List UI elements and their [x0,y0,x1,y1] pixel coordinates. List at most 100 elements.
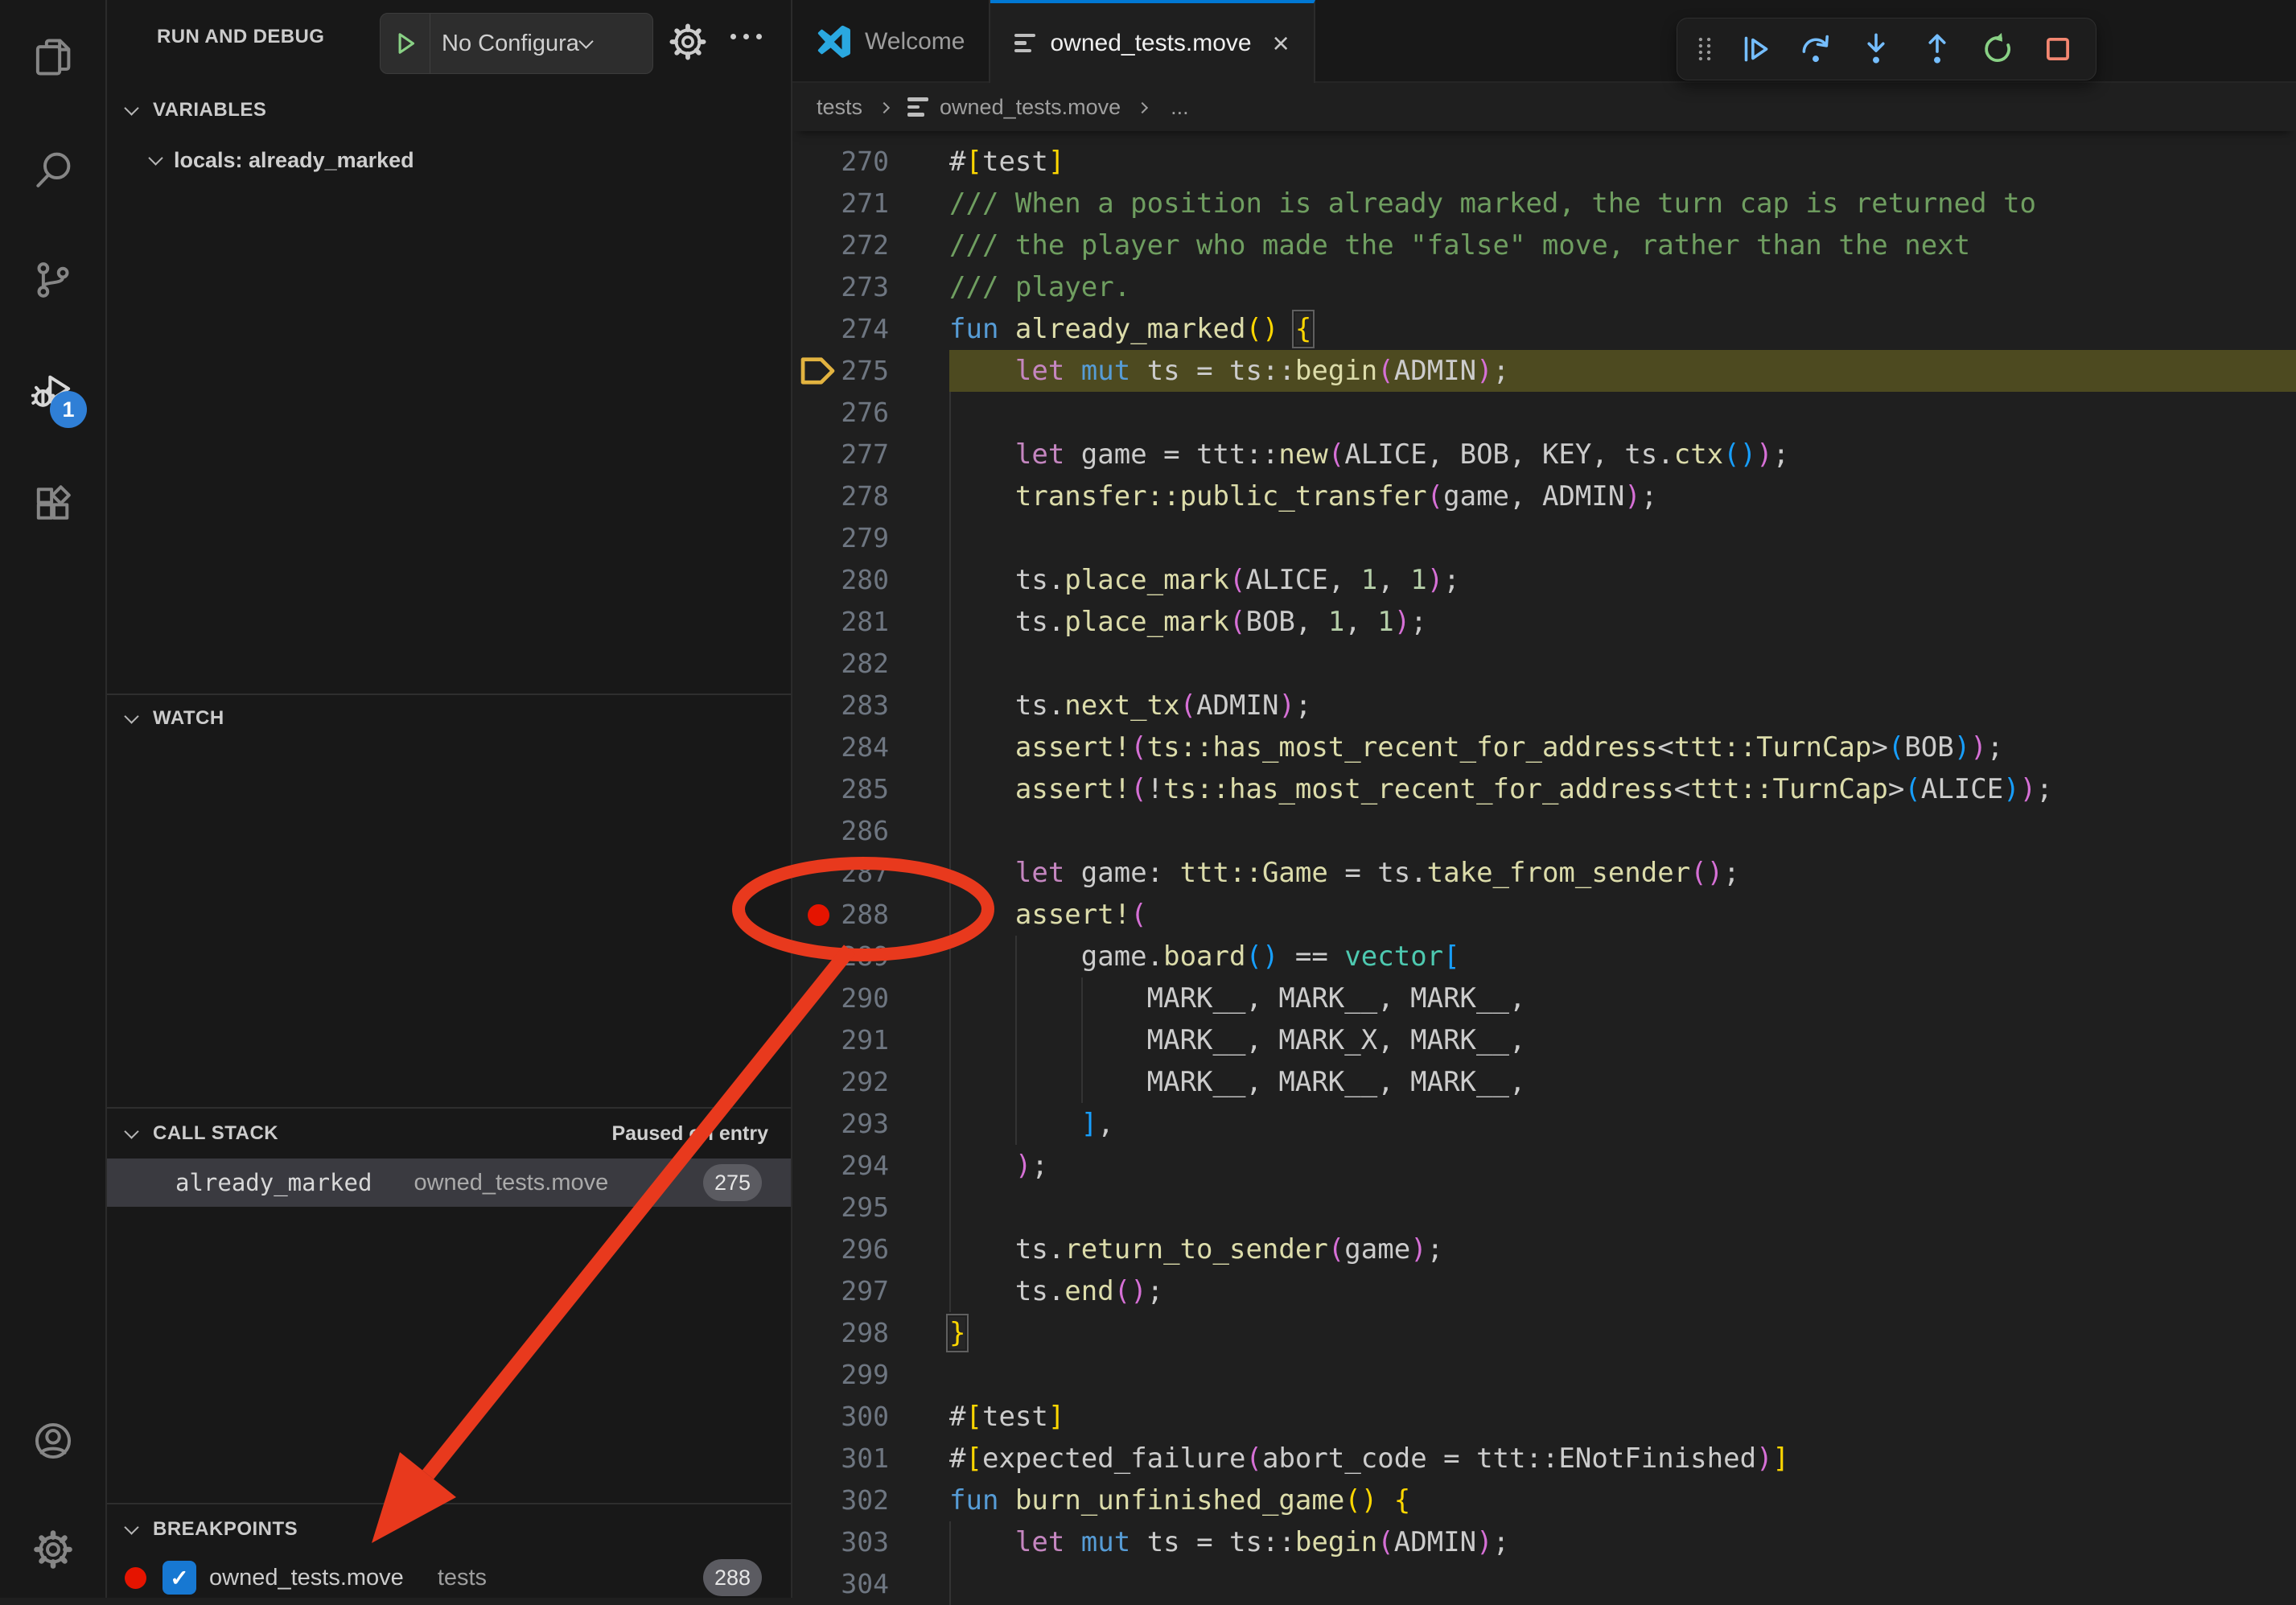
section-header-breakpoints[interactable]: BREAKPOINTS [107,1509,791,1549]
code-line[interactable]: 286 [792,810,2296,852]
code-line[interactable]: 283 ts.next_tx(ADMIN); [792,685,2296,726]
section-header-variables[interactable]: VARIABLES [107,90,791,130]
code-line-content[interactable]: let game = ttt::new(ALICE, BOB, KEY, ts.… [949,434,1789,475]
restart-icon[interactable] [1971,25,2023,73]
code-line[interactable]: 296 ts.return_to_sender(game); [792,1228,2296,1270]
code-line[interactable]: 271/// When a position is already marked… [792,183,2296,224]
code-line[interactable]: 299 [792,1354,2296,1396]
code-line[interactable]: 294 ); [792,1145,2296,1187]
code-line[interactable]: 281 ts.place_mark(BOB, 1, 1); [792,601,2296,643]
code-line[interactable]: 295 [792,1187,2296,1228]
code-line[interactable]: 290 MARK__, MARK__, MARK__, [792,977,2296,1019]
code-line[interactable]: 274fun already_marked() { [792,308,2296,350]
more-actions-icon[interactable] [730,34,762,39]
code-line[interactable]: 272/// the player who made the "false" m… [792,224,2296,266]
code-line-content[interactable]: /// player. [949,266,1130,308]
code-line-content[interactable]: let mut ts = ts::begin(ADMIN); [949,1521,1509,1563]
code-line-content[interactable]: /// the player who made the "false" move… [949,224,1970,266]
explorer-icon[interactable] [31,35,76,80]
code-line-content[interactable]: game.board() == vector[ [949,936,1460,977]
gripper-icon[interactable] [1689,25,1721,73]
breakpoint-checkbox[interactable]: ✓ [163,1561,196,1595]
code-line-content[interactable]: let game: ttt::Game = ts.take_from_sende… [949,852,1740,894]
code-token: , [1344,606,1377,638]
code-line[interactable]: 284 assert!(ts::has_most_recent_for_addr… [792,726,2296,768]
code-line[interactable]: 302fun burn_unfinished_game() { [792,1479,2296,1521]
code-token [949,857,1015,889]
start-debug-icon[interactable] [381,14,430,73]
code-line[interactable]: 270#[test] [792,141,2296,183]
code-line[interactable]: 277 let game = ttt::new(ALICE, BOB, KEY,… [792,434,2296,475]
code-line-content[interactable]: MARK__, MARK__, MARK__, [949,1061,1525,1103]
code-line[interactable]: 285 assert!(!ts::has_most_recent_for_add… [792,768,2296,810]
code-line[interactable]: 280 ts.place_mark(ALICE, 1, 1); [792,559,2296,601]
code-line-content[interactable]: ts.return_to_sender(game); [949,1228,1443,1270]
code-line[interactable]: 273/// player. [792,266,2296,308]
code-line[interactable]: 298} [792,1312,2296,1354]
code-line-content[interactable]: transfer::public_transfer(game, ADMIN); [949,475,1657,517]
code-line-content[interactable]: assert!(!ts::has_most_recent_for_address… [949,768,2053,810]
code-line-content[interactable]: MARK__, MARK_X, MARK__, [949,1019,1525,1061]
breadcrumb[interactable]: tests owned_tests.move ... [792,83,2296,131]
code-line-content[interactable]: fun already_marked() { [949,308,1311,350]
code-line-content[interactable]: MARK__, MARK__, MARK__, [949,977,1525,1019]
sidebar-title: RUN AND DEBUG [157,26,324,48]
step-over-icon[interactable] [1789,25,1841,73]
code-line-content[interactable]: ts.next_tx(ADMIN); [949,685,1311,726]
code-line[interactable]: 304 [792,1563,2296,1605]
account-icon[interactable] [31,1418,76,1463]
section-header-watch[interactable]: WATCH [107,698,791,739]
code-token: ] [1081,1108,1097,1140]
search-icon[interactable] [31,147,76,192]
code-line-content[interactable]: ts.place_mark(BOB, 1, 1); [949,601,1427,643]
code-line[interactable]: 303 let mut ts = ts::begin(ADMIN); [792,1521,2296,1563]
step-into-icon[interactable] [1850,25,1903,73]
code-line[interactable]: 300#[test] [792,1396,2296,1438]
code-line-content[interactable]: let mut ts = ts::begin(ADMIN); [949,350,1509,392]
code-line[interactable]: 301#[expected_failure(abort_code = ttt::… [792,1438,2296,1479]
code-line-content[interactable]: fun burn_unfinished_game() { [949,1479,1410,1521]
code-line[interactable]: 276 [792,392,2296,434]
debug-settings-gear-icon[interactable] [665,19,710,64]
code-line-content[interactable]: assert!( [949,894,1147,936]
code-line-content[interactable]: ], [949,1103,1114,1145]
variables-locals-row[interactable]: locals: already_marked [107,138,791,182]
close-icon[interactable]: × [1273,29,1290,58]
code-line-content[interactable]: ts.end(); [949,1270,1163,1312]
continue-icon[interactable] [1729,25,1781,73]
code-line[interactable]: 289 game.board() == vector[ [792,936,2296,977]
tab-owned-tests-move[interactable]: owned_tests.move × [990,0,1315,83]
code-line[interactable]: 287 let game: ttt::Game = ts.take_from_s… [792,852,2296,894]
code-editor[interactable]: 270#[test]271/// When a position is alre… [792,131,2296,1598]
code-line[interactable]: 278 transfer::public_transfer(game, ADMI… [792,475,2296,517]
code-token [1278,313,1294,345]
code-line-content[interactable]: /// When a position is already marked, t… [949,183,2036,224]
code-line[interactable]: 297 ts.end(); [792,1270,2296,1312]
tab-welcome[interactable]: Welcome [792,0,990,83]
settings-gear-icon[interactable] [31,1527,76,1572]
code-line-content[interactable]: ts.place_mark(ALICE, 1, 1); [949,559,1460,601]
source-control-icon[interactable] [31,257,76,302]
debug-config-dropdown[interactable]: No Configura [380,13,653,74]
code-line[interactable]: 275 let mut ts = ts::begin(ADMIN); [792,350,2296,392]
code-line[interactable]: 282 [792,643,2296,685]
code-line-content[interactable]: ); [949,1145,1048,1187]
section-header-call-stack[interactable]: CALL STACK Paused on entry [107,1113,791,1154]
code-line-content[interactable]: #[test] [949,1396,1064,1438]
code-line[interactable]: 291 MARK__, MARK_X, MARK__, [792,1019,2296,1061]
code-line[interactable]: 292 MARK__, MARK__, MARK__, [792,1061,2296,1103]
call-stack-frame-row[interactable]: already_marked owned_tests.move 275 [107,1158,791,1207]
code-token [949,1150,1015,1182]
line-number: 284 [825,726,889,768]
code-line-content[interactable]: #[test] [949,141,1064,183]
code-line[interactable]: 288 assert!( [792,894,2296,936]
step-out-icon[interactable] [1911,25,1963,73]
breakpoint-list-item[interactable]: ✓ owned_tests.move tests 288 [107,1556,791,1599]
code-line-content[interactable]: #[expected_failure(abort_code = ttt::ENo… [949,1438,1789,1479]
extensions-icon[interactable] [31,481,76,526]
code-line[interactable]: 279 [792,517,2296,559]
code-line-content[interactable]: assert!(ts::has_most_recent_for_address<… [949,726,2003,768]
code-line-content[interactable]: } [949,1312,965,1354]
stop-icon[interactable] [2032,25,2084,73]
code-line[interactable]: 293 ], [792,1103,2296,1145]
